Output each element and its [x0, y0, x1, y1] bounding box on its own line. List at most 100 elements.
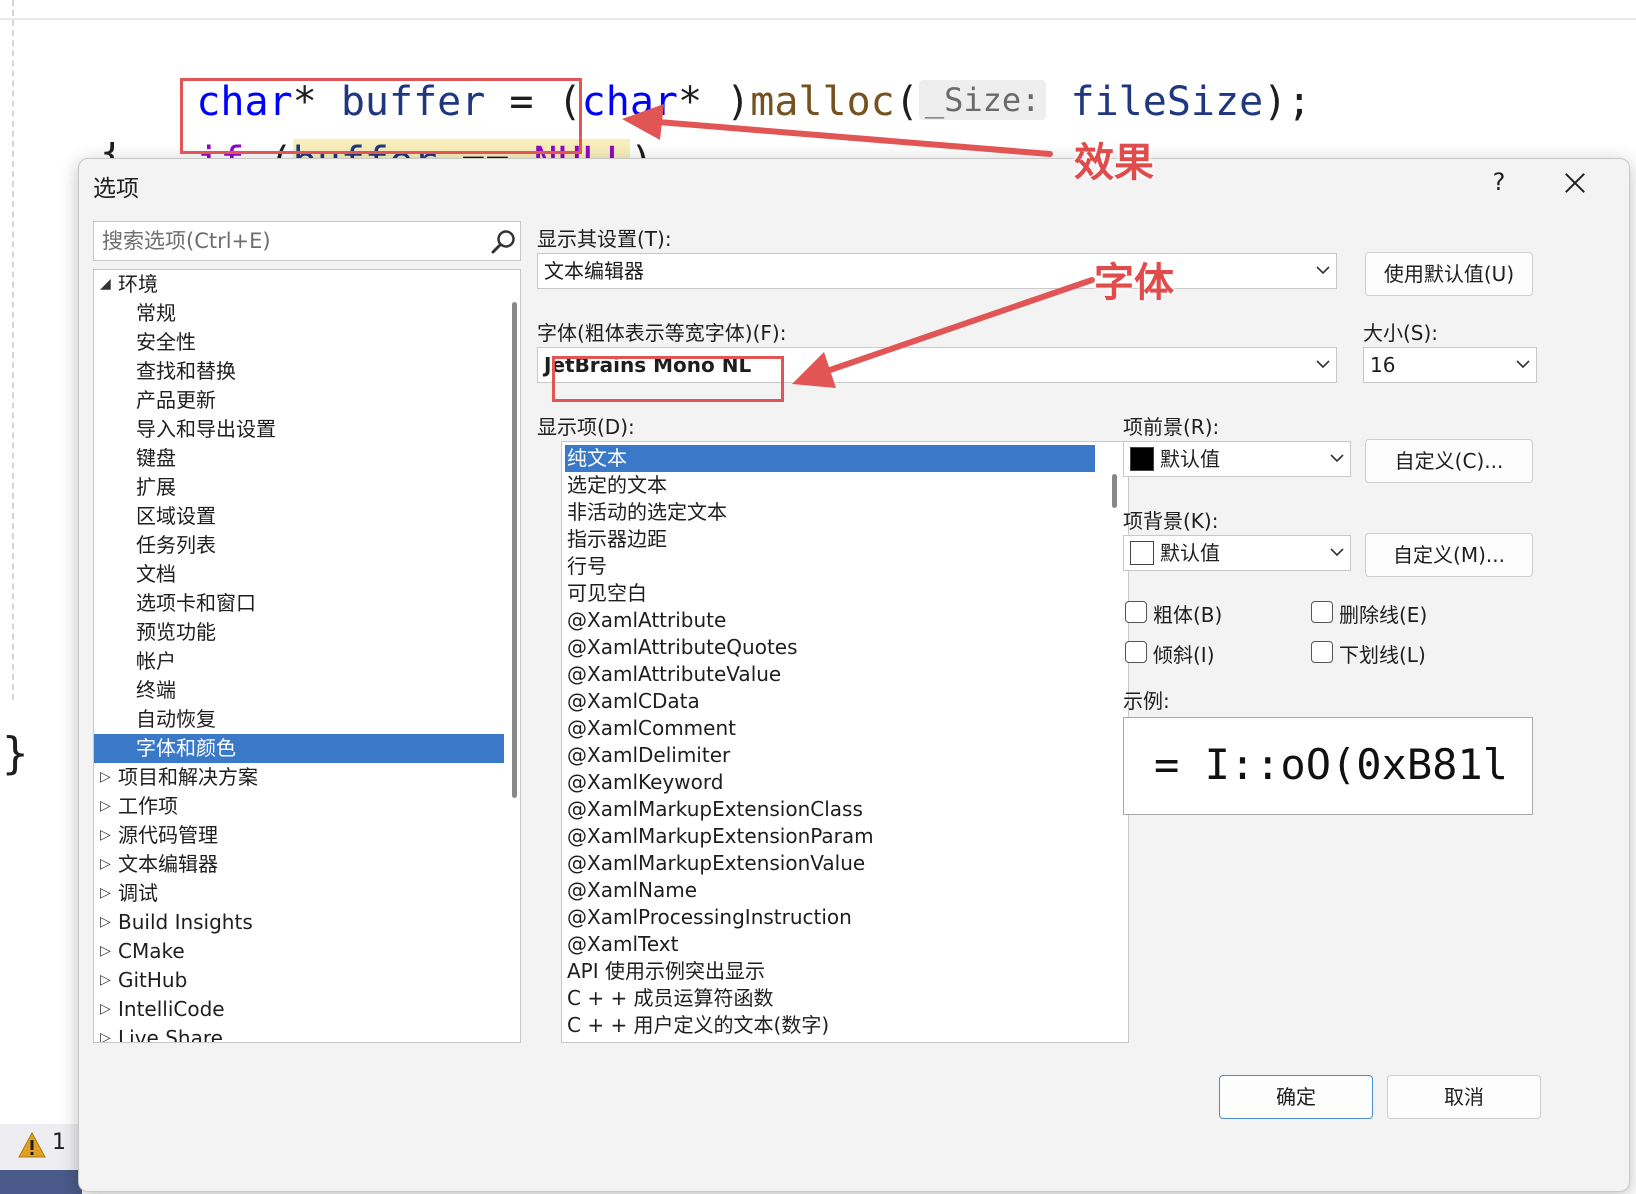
- tree-node-collapsed[interactable]: ▷ GitHub: [94, 966, 504, 995]
- tree-node-child[interactable]: 产品更新: [94, 386, 504, 415]
- annotation-box-font: [552, 356, 784, 402]
- tree-node-child[interactable]: 扩展: [94, 473, 504, 502]
- tree-node-child[interactable]: 预览功能: [94, 618, 504, 647]
- tree-node-child[interactable]: 区域设置: [94, 502, 504, 531]
- expand-arrow-icon[interactable]: ▷: [100, 908, 111, 937]
- tree-node-child[interactable]: 键盘: [94, 444, 504, 473]
- display-items-list[interactable]: 纯文本 选定的文本 非活动的选定文本 指示器边距 行号 可见空白 @XamlAttribut…: [561, 441, 1129, 1043]
- tree-node-collapsed[interactable]: ▷ 调试: [94, 879, 504, 908]
- use-defaults-button[interactable]: 使用默认值(U): [1365, 252, 1533, 296]
- display-item[interactable]: 指示器边距: [565, 526, 1095, 553]
- chevron-down-icon[interactable]: [1316, 263, 1330, 277]
- italic-checkbox[interactable]: [1125, 641, 1147, 663]
- expand-arrow-icon[interactable]: ▷: [100, 966, 111, 995]
- options-tree[interactable]: ◢ 环境 常规 安全性 查找和替换 产品更新 导入和导出设置 键盘 扩展 区域设置 任务列表 文档…: [93, 269, 521, 1043]
- expand-arrow-icon[interactable]: ▷: [100, 995, 111, 1024]
- tree-node-child[interactable]: 查找和替换: [94, 357, 504, 386]
- underline-checkbox[interactable]: [1311, 641, 1333, 663]
- font-label: 字体(粗体表示等宽字体)(F):: [537, 321, 787, 345]
- tree-node-collapsed[interactable]: ▷ 工作项: [94, 792, 504, 821]
- display-item[interactable]: @XamlComment: [565, 715, 1095, 742]
- tree-node-child[interactable]: 常规: [94, 299, 504, 328]
- chevron-down-icon[interactable]: [1330, 451, 1344, 465]
- background-custom-button[interactable]: 自定义(M)...: [1365, 533, 1533, 577]
- tree-node-collapsed[interactable]: ▷ Build Insights: [94, 908, 504, 937]
- show-settings-combo[interactable]: 文本编辑器: [537, 253, 1337, 289]
- display-item[interactable]: @XamlCData: [565, 688, 1095, 715]
- display-item[interactable]: 可见空白: [565, 580, 1095, 607]
- display-item[interactable]: 行号: [565, 553, 1095, 580]
- strikethrough-checkbox[interactable]: [1311, 601, 1333, 623]
- display-item[interactable]: C + + 用户定义的文本(数字): [565, 1012, 1095, 1039]
- display-item[interactable]: @XamlDelimiter: [565, 742, 1095, 769]
- search-input[interactable]: [94, 222, 484, 260]
- display-item[interactable]: @XamlAttribute: [565, 607, 1095, 634]
- search-icon[interactable]: [490, 228, 518, 256]
- display-item[interactable]: @XamlKeyword: [565, 769, 1095, 796]
- display-item[interactable]: @XamlName: [565, 877, 1095, 904]
- expand-arrow-icon[interactable]: ▷: [100, 850, 111, 879]
- display-item[interactable]: 纯文本: [565, 445, 1095, 472]
- dialog-title: 选项: [93, 176, 139, 202]
- underline-label: 下划线(L): [1339, 643, 1426, 667]
- tree-node-child[interactable]: 选项卡和窗口: [94, 589, 504, 618]
- display-item[interactable]: @XamlProcessingInstruction: [565, 904, 1095, 931]
- foreground-combo[interactable]: 默认值: [1123, 441, 1351, 477]
- expand-arrow-icon[interactable]: ▷: [100, 792, 111, 821]
- foreground-label: 项前景(R):: [1123, 415, 1220, 439]
- display-item[interactable]: 选定的文本: [565, 472, 1095, 499]
- sample-label: 示例:: [1123, 689, 1170, 713]
- tree-node-child[interactable]: 安全性: [94, 328, 504, 357]
- options-dialog: 选项 ? ◢ 环境 常规安全性查找和替换产品更新导入和导出设置键盘扩展区域设置任…: [78, 158, 1630, 1192]
- display-item[interactable]: @XamlMarkupExtensionParam: [565, 823, 1095, 850]
- display-item[interactable]: @XamlText: [565, 931, 1095, 958]
- bold-label: 粗体(B): [1153, 603, 1223, 627]
- display-item[interactable]: @XamlMarkupExtensionValue: [565, 850, 1095, 877]
- font-sample-preview: = I::oO(0xB81l: [1123, 717, 1533, 815]
- tree-node-environment[interactable]: ◢ 环境: [94, 270, 504, 299]
- tree-node-collapsed[interactable]: ▷ Live Share: [94, 1024, 504, 1042]
- chevron-down-icon[interactable]: [1516, 357, 1530, 371]
- tree-node-collapsed[interactable]: ▷ 源代码管理: [94, 821, 504, 850]
- expand-arrow-icon[interactable]: ▷: [100, 1024, 111, 1042]
- tree-node-child[interactable]: 字体和颜色: [94, 734, 504, 763]
- close-icon[interactable]: [1555, 163, 1595, 201]
- expand-arrow-icon[interactable]: ▷: [100, 937, 111, 966]
- background-combo[interactable]: 默认值: [1123, 535, 1351, 571]
- tree-node-child[interactable]: 导入和导出设置: [94, 415, 504, 444]
- tree-node-child[interactable]: 自动恢复: [94, 705, 504, 734]
- expand-arrow-icon[interactable]: ▷: [100, 821, 111, 850]
- display-item[interactable]: C + + 成员运算符函数: [565, 985, 1095, 1012]
- color-swatch-black: [1130, 447, 1154, 471]
- tree-node-collapsed[interactable]: ▷ CMake: [94, 937, 504, 966]
- display-item[interactable]: API 使用示例突出显示: [565, 958, 1095, 985]
- tree-node-child[interactable]: 文档: [94, 560, 504, 589]
- chevron-down-icon[interactable]: [1316, 357, 1330, 371]
- tree-node-child[interactable]: 终端: [94, 676, 504, 705]
- bold-checkbox[interactable]: [1125, 601, 1147, 623]
- italic-label: 倾斜(I): [1153, 643, 1215, 667]
- display-item[interactable]: @XamlMarkupExtensionClass: [565, 796, 1095, 823]
- foreground-custom-button[interactable]: 自定义(C)...: [1365, 439, 1533, 483]
- list-scrollbar-thumb[interactable]: [1112, 474, 1117, 508]
- tree-scrollbar-thumb[interactable]: [512, 302, 517, 798]
- sample-text: = I::oO(0xB81l: [1154, 740, 1509, 789]
- expand-arrow-icon[interactable]: ▷: [100, 879, 111, 908]
- expand-triangle-icon[interactable]: ◢: [100, 270, 111, 299]
- ok-button[interactable]: 确定: [1219, 1075, 1373, 1119]
- tree-node-child[interactable]: 任务列表: [94, 531, 504, 560]
- chevron-down-icon[interactable]: [1330, 545, 1344, 559]
- help-button[interactable]: ?: [1479, 163, 1519, 201]
- cancel-button[interactable]: 取消: [1387, 1075, 1541, 1119]
- display-items-label: 显示项(D):: [537, 415, 635, 439]
- tree-node-collapsed[interactable]: ▷ 文本编辑器: [94, 850, 504, 879]
- tree-node-child[interactable]: 帐户: [94, 647, 504, 676]
- expand-arrow-icon[interactable]: ▷: [100, 763, 111, 792]
- warning-icon[interactable]: [18, 1132, 46, 1158]
- tree-node-collapsed[interactable]: ▷ 项目和解决方案: [94, 763, 504, 792]
- display-item[interactable]: @XamlAttributeQuotes: [565, 634, 1095, 661]
- display-item[interactable]: 非活动的选定文本: [565, 499, 1095, 526]
- display-item[interactable]: @XamlAttributeValue: [565, 661, 1095, 688]
- tree-node-collapsed[interactable]: ▷ IntelliCode: [94, 995, 504, 1024]
- size-combo[interactable]: 16: [1363, 347, 1537, 383]
